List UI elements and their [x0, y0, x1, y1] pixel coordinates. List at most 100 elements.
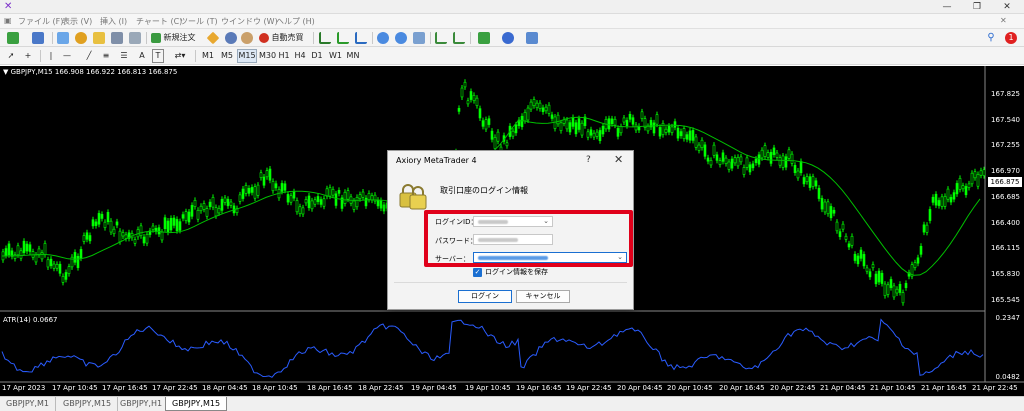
- login-button[interactable]: ログイン: [458, 290, 512, 303]
- candlestick-icon[interactable]: [336, 31, 350, 45]
- menu-chart[interactable]: チャート (C): [136, 16, 182, 27]
- bar-chart-icon[interactable]: [318, 31, 332, 45]
- tab-gbpjpy-m1[interactable]: GBPJPY,M1: [0, 397, 56, 411]
- menu-chart-icon[interactable]: ▣: [4, 16, 12, 25]
- new-order-button[interactable]: 新規注文: [150, 31, 202, 45]
- metaeditor-icon[interactable]: [206, 31, 220, 45]
- time-axis-label: 18 Apr 16:45: [307, 384, 353, 392]
- horizontal-line-icon[interactable]: —: [62, 49, 72, 63]
- fibonacci-icon[interactable]: ☰: [118, 49, 130, 63]
- price-axis-label: 166.685: [991, 193, 1020, 201]
- price-axis-label: 167.540: [991, 116, 1020, 124]
- timeframe-h1[interactable]: H1: [277, 49, 291, 63]
- time-axis-label: 19 Apr 04:45: [411, 384, 457, 392]
- timeframe-m5[interactable]: M5: [219, 49, 235, 63]
- menu-tools[interactable]: ツール (T): [180, 16, 218, 27]
- new-chart-button[interactable]: [3, 31, 23, 45]
- data-window-icon[interactable]: [74, 31, 88, 45]
- vertical-line-icon[interactable]: |: [46, 49, 56, 63]
- indicators-button[interactable]: [474, 31, 494, 45]
- timeframe-m30[interactable]: M30: [258, 49, 276, 63]
- save-login-label: ログイン情報を保存: [485, 268, 548, 276]
- navigator-icon[interactable]: [92, 31, 106, 45]
- menu-close-icon[interactable]: ✕: [1000, 16, 1007, 25]
- equidistant-channel-icon[interactable]: ≡: [100, 49, 112, 63]
- auto-trading-button[interactable]: 自動売買: [258, 31, 310, 45]
- timeframe-h4[interactable]: H4: [293, 49, 307, 63]
- tab-gbpjpy-h1[interactable]: GBPJPY,H1: [114, 397, 170, 411]
- highlight-box: [424, 210, 633, 267]
- time-axis-label: 17 Apr 22:45: [152, 384, 198, 392]
- price-axis-label: 167.825: [991, 90, 1020, 98]
- menu-bar: ▣ ファイル (F) 表示 (V) 挿入 (I) チャート (C) ツール (T…: [0, 14, 1024, 29]
- terminal-icon[interactable]: [110, 31, 124, 45]
- trendline-icon[interactable]: ╱: [84, 49, 94, 63]
- timeframe-mn[interactable]: MN: [345, 49, 361, 63]
- timeframe-d1[interactable]: D1: [310, 49, 324, 63]
- menu-help[interactable]: ヘルプ (H): [276, 16, 315, 27]
- time-axis-label: 21 Apr 22:45: [972, 384, 1018, 392]
- timeframe-w1[interactable]: W1: [328, 49, 342, 63]
- tab-gbpjpy-m15-active[interactable]: GBPJPY,M15: [165, 397, 228, 411]
- cancel-button[interactable]: キャンセル: [516, 290, 570, 303]
- time-axis-label: 17 Apr 16:45: [102, 384, 148, 392]
- line-chart-icon[interactable]: [354, 31, 368, 45]
- tester-icon[interactable]: [128, 31, 142, 45]
- zoom-out-icon[interactable]: [394, 31, 408, 45]
- price-axis-label: 166.115: [991, 244, 1020, 252]
- time-axis-label: 20 Apr 04:45: [617, 384, 663, 392]
- close-window-button[interactable]: ✕: [992, 0, 1022, 14]
- periods-button[interactable]: [498, 31, 518, 45]
- restore-button[interactable]: ❐: [962, 0, 992, 14]
- timeframe-m1[interactable]: M1: [200, 49, 216, 63]
- auto-scroll-icon[interactable]: [452, 31, 466, 45]
- dialog-divider: [394, 282, 627, 283]
- time-axis-label: 20 Apr 16:45: [719, 384, 765, 392]
- new-order-icon: [151, 33, 161, 43]
- current-price-label: 166.875: [988, 177, 1022, 187]
- tile-windows-icon[interactable]: [412, 31, 426, 45]
- dialog-title: Axiory MetaTrader 4: [396, 156, 477, 165]
- notification-badge[interactable]: 1: [1004, 31, 1018, 45]
- save-login-checkbox[interactable]: ✓: [473, 268, 482, 277]
- time-axis-label: 17 Apr 10:45: [52, 384, 98, 392]
- timeframe-m15[interactable]: M15: [237, 49, 257, 63]
- signals-icon[interactable]: [240, 31, 254, 45]
- crosshair-icon[interactable]: +: [22, 49, 34, 63]
- title-bar: ✕ — ❐ ✕: [0, 0, 1024, 14]
- text-label-icon[interactable]: T: [152, 49, 164, 63]
- menu-window[interactable]: ウインドウ (W): [221, 16, 278, 27]
- menu-file[interactable]: ファイル (F): [18, 16, 63, 27]
- community-icon[interactable]: [224, 31, 238, 45]
- time-axis-label: 19 Apr 22:45: [566, 384, 612, 392]
- arrows-icon[interactable]: ⇄▾: [170, 49, 190, 63]
- cursor-icon[interactable]: ➚: [5, 49, 17, 63]
- minimize-button[interactable]: —: [932, 0, 962, 14]
- help-button[interactable]: ?: [586, 155, 591, 165]
- menu-insert[interactable]: 挿入 (I): [100, 16, 127, 27]
- chart-shift-icon[interactable]: [434, 31, 448, 45]
- time-axis-label: 21 Apr 04:45: [820, 384, 866, 392]
- templates-button[interactable]: [522, 31, 542, 45]
- profiles-button[interactable]: [28, 31, 48, 45]
- price-axis-label: 166.400: [991, 219, 1020, 227]
- search-icon[interactable]: ⚲: [984, 31, 998, 45]
- time-axis-label: 20 Apr 22:45: [770, 384, 816, 392]
- padlock-icon: [399, 184, 427, 210]
- tab-gbpjpy-m15[interactable]: GBPJPY,M15: [57, 397, 119, 411]
- chart-symbol-info: ▼ GBPJPY,M15 166.908 166.922 166.813 166…: [3, 68, 178, 76]
- line-studies-toolbar: ➚ + | — ╱ ≡ ☰ A T ⇄▾ M1 M5 M15 M30 H1 H4…: [0, 47, 1024, 65]
- text-tool-icon[interactable]: A: [136, 49, 148, 63]
- zoom-in-icon[interactable]: [376, 31, 390, 45]
- menu-view[interactable]: 表示 (V): [62, 16, 92, 27]
- time-axis-label: 18 Apr 10:45: [252, 384, 298, 392]
- market-watch-icon[interactable]: [56, 31, 70, 45]
- time-axis-label: 20 Apr 10:45: [667, 384, 713, 392]
- time-axis-label: 19 Apr 16:45: [516, 384, 562, 392]
- price-axis-label: 166.970: [991, 167, 1020, 175]
- price-axis-label: 165.545: [991, 296, 1020, 304]
- time-axis-label: 19 Apr 10:45: [465, 384, 511, 392]
- atr-axis-max: 0.2347: [995, 314, 1021, 322]
- dialog-close-button[interactable]: ✕: [614, 153, 623, 166]
- app-logo-icon: ✕: [4, 1, 13, 12]
